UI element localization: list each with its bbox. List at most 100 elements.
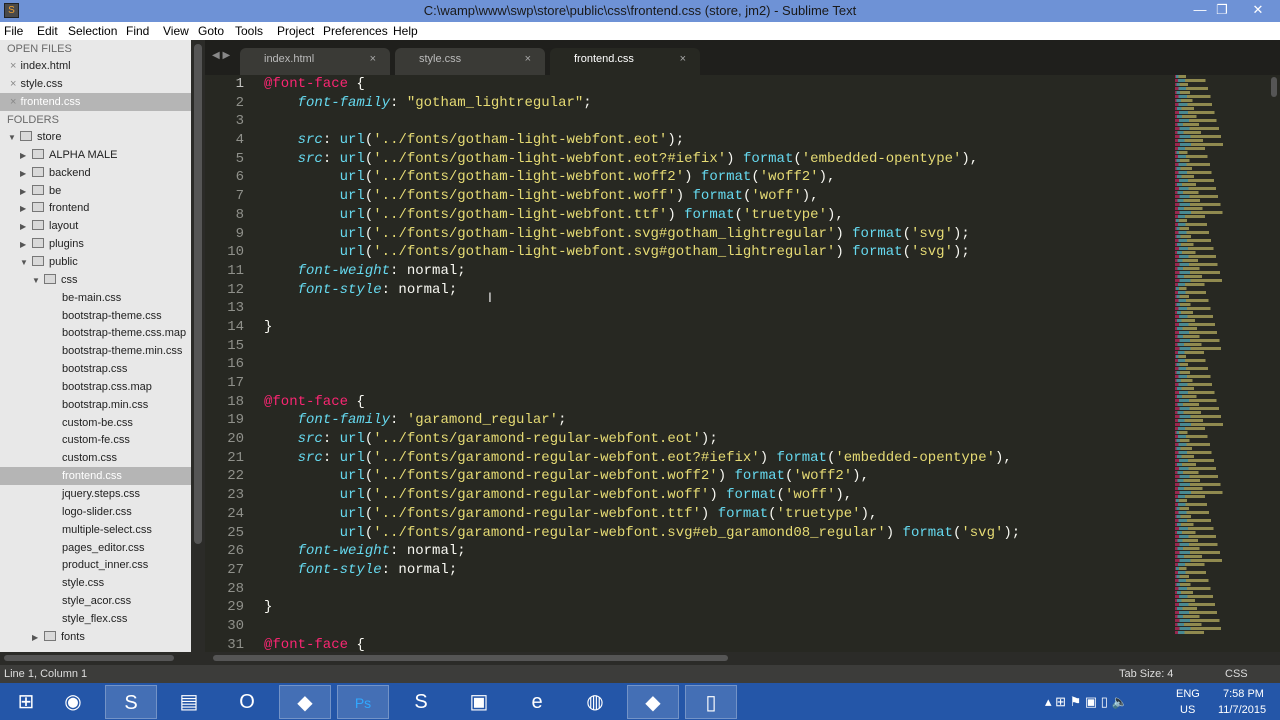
menu-edit[interactable]: Edit [37,24,58,38]
expanded-arrow-icon[interactable]: ▼ [8,129,20,147]
file-item[interactable]: style_flex.css [0,610,191,628]
file-item[interactable]: bootstrap-theme.css.map [0,324,191,342]
folder-item[interactable]: ▶ frontend [0,199,191,217]
expanded-arrow-icon[interactable]: ▼ [32,272,44,290]
clock-date[interactable]: 11/7/2015 [1218,704,1266,716]
code-line: url('../fonts/gotham-light-webfont.ttf')… [264,206,1169,225]
language-indicator[interactable]: ENG [1176,688,1200,700]
file-item[interactable]: frontend.css [0,467,191,486]
menu-goto[interactable]: Goto [198,24,224,38]
file-item[interactable]: product_inner.css [0,556,191,574]
minimap-line [1175,355,1193,358]
menu-find[interactable]: Find [126,24,149,38]
taskbar-skype-icon[interactable]: S [395,685,447,719]
tab-index-html[interactable]: index.html × [240,48,390,75]
region-indicator[interactable]: US [1180,704,1195,716]
taskbar-app-b-icon[interactable]: ◆ [627,685,679,719]
expanded-arrow-icon[interactable]: ▼ [20,254,32,272]
folder-item[interactable]: ▶ backend [0,164,191,182]
close-file-icon[interactable]: × [10,96,16,108]
sidebar-scrollbar[interactable] [191,40,205,652]
taskbar-photoshop-icon[interactable]: Ps [337,685,389,719]
menu-project[interactable]: Project [277,24,314,38]
folder-item[interactable]: ▶ layout [0,217,191,235]
menu-tools[interactable]: Tools [235,24,263,38]
code-editor[interactable]: @font-face { font-family: "gotham_lightr… [264,75,1169,652]
tab-nav-arrows-icon[interactable]: ◀ ▶ [212,50,230,61]
menu-view[interactable]: View [163,24,189,38]
syntax-selector[interactable]: CSS [1225,668,1248,680]
collapsed-arrow-icon[interactable]: ▶ [20,165,32,183]
tab-close-icon[interactable]: × [680,53,686,65]
taskbar-monitor-icon[interactable]: ▣ [453,685,505,719]
file-item[interactable]: custom-fe.css [0,431,191,449]
file-item[interactable]: custom.css [0,449,191,467]
collapsed-arrow-icon[interactable]: ▶ [20,236,32,254]
file-item[interactable]: bootstrap.css [0,360,191,378]
collapsed-arrow-icon[interactable]: ▶ [20,147,32,165]
tab-close-icon[interactable]: × [370,53,376,65]
file-item[interactable]: style_acor.css [0,592,191,610]
code-token: ), [835,487,853,504]
clock-time[interactable]: 7:58 PM [1223,688,1264,700]
file-item[interactable]: style.css [0,574,191,592]
folder-item[interactable]: ▶ ALPHA MALE [0,146,191,164]
open-file-item[interactable]: × style.css [0,75,191,93]
menu-help[interactable]: Help [393,24,418,38]
taskbar-opera-icon[interactable]: O [221,685,273,719]
folder-item[interactable]: ▼ store [0,128,191,146]
tab-style-css[interactable]: style.css × [395,48,545,75]
file-item[interactable]: pages_editor.css [0,539,191,557]
taskbar-chrome-icon[interactable]: ◉ [47,685,99,719]
taskbar-app-a-icon[interactable]: ◆ [279,685,331,719]
taskbar-internet-explorer-icon[interactable]: e [511,685,563,719]
open-file-item[interactable]: × frontend.css [0,93,191,111]
collapsed-arrow-icon[interactable]: ▶ [20,218,32,236]
file-item[interactable]: custom-be.css [0,414,191,432]
file-item[interactable]: jquery.steps.css [0,485,191,503]
folder-item[interactable]: ▼ public [0,253,191,271]
menu-selection[interactable]: Selection [68,24,117,38]
minimap-line [1175,603,1242,606]
maximize-button[interactable]: ❐ [1208,2,1236,18]
close-button[interactable]: ✕ [1244,2,1272,18]
file-item[interactable]: bootstrap.min.css [0,396,191,414]
collapsed-arrow-icon[interactable]: ▶ [32,629,44,647]
folder-item[interactable]: ▶ fonts [0,628,191,646]
sidebar-horizontal-scrollbar[interactable] [0,652,205,665]
collapsed-arrow-icon[interactable]: ▶ [20,183,32,201]
file-item[interactable]: bootstrap-theme.css [0,307,191,325]
editor-horizontal-scrollbar[interactable] [205,652,1280,665]
close-file-icon[interactable]: × [10,78,16,90]
menu-file[interactable]: File [4,24,23,38]
file-item[interactable]: be-main.css [0,289,191,307]
folder-item[interactable]: ▶ be [0,182,191,200]
editor-vertical-scrollbar[interactable] [1268,75,1280,652]
menu-preferences[interactable]: Preferences [323,24,388,38]
tab-frontend-css[interactable]: frontend.css × [550,48,700,75]
taskbar-start-icon[interactable]: ⊞ [0,685,52,719]
line-number: 10 [227,244,244,261]
folder-item[interactable]: ▶ plugins [0,235,191,253]
taskbar-firefox-icon[interactable]: ◍ [569,685,621,719]
code-token: ( [364,169,374,186]
tray-icons[interactable]: ▴ ⊞ ⚑ ▣ ▯ 🔈 [1045,694,1128,710]
collapsed-arrow-icon[interactable]: ▶ [20,200,32,218]
taskbar-notepad-icon[interactable]: ▯ [685,685,737,719]
minimap[interactable] [1175,75,1265,652]
file-item[interactable]: multiple-select.css [0,521,191,539]
file-item[interactable]: logo-slider.css [0,503,191,521]
line-number: 16 [227,356,244,373]
tab-size-selector[interactable]: Tab Size: 4 [1119,668,1173,680]
taskbar-sublime-text-icon[interactable]: S [105,685,157,719]
file-item[interactable]: bootstrap-theme.min.css [0,342,191,360]
open-file-item[interactable]: × index.html [0,57,191,75]
close-file-icon[interactable]: × [10,60,16,72]
tab-label: index.html [264,53,315,65]
folder-item[interactable]: ▼ css [0,271,191,289]
taskbar-file-explorer-icon[interactable]: ▤ [163,685,215,719]
file-item[interactable]: bootstrap.css.map [0,378,191,396]
tab-close-icon[interactable]: × [525,53,531,65]
minimap-line [1175,427,1226,430]
